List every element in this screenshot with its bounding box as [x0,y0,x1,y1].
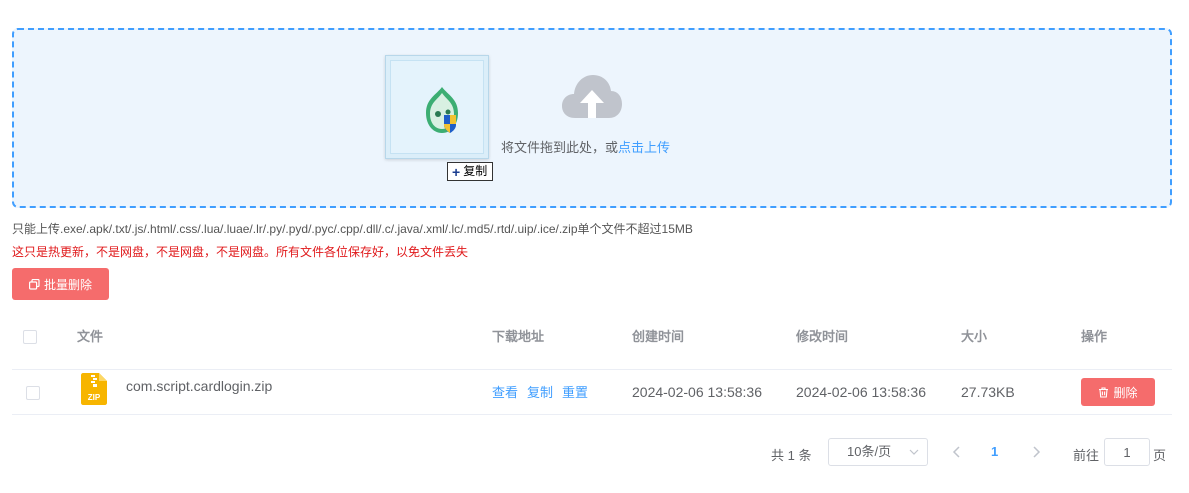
batch-delete-button[interactable]: 批量删除 [12,268,109,300]
header-download: 下载地址 [492,329,545,344]
dragged-file-thumbnail [385,55,489,159]
plus-icon: + [452,163,461,180]
app-shield-icon [426,87,458,133]
zip-file-icon: ZIP [81,373,107,405]
drag-copy-label: 复制 [463,164,488,178]
page-size-value: 10条/页 [847,444,892,459]
page-suffix: 页 [1153,448,1167,463]
allowed-types-tip: 只能上传.exe/.apk/.txt/.js/.html/.css/.lua/.… [12,222,693,236]
next-page-icon[interactable] [1030,445,1042,459]
download-links: 查看 复制 重置 [492,370,597,415]
table-header: 文件 下载地址 创建时间 修改时间 大小 操作 [12,316,1172,370]
batch-delete-label: 批量删除 [43,277,92,292]
chevron-down-icon [909,449,919,455]
copy-link[interactable]: 复制 [527,385,553,400]
file-size: 27.73KB [961,384,1015,400]
modified-time: 2024-02-06 13:58:36 [796,384,926,400]
header-actions: 操作 [1081,329,1108,344]
delete-button[interactable]: 删除 [1081,378,1155,406]
page-size-select[interactable]: 10条/页 [828,438,928,466]
header-size: 大小 [961,329,988,344]
zip-badge: ZIP [88,393,101,402]
delete-label: 删除 [1113,385,1138,400]
upload-cloud-icon [562,75,622,118]
header-modified: 修改时间 [796,329,849,344]
goto-page-input[interactable] [1104,438,1150,466]
row-checkbox[interactable] [26,386,40,400]
prev-page-icon[interactable] [951,445,963,459]
copy-delete-icon [28,278,40,290]
click-upload-link[interactable]: 点击上传 [618,140,670,155]
drag-copy-tooltip: + 复制 [447,162,494,181]
pagination-total: 共 1 条 [771,448,812,463]
page-number-current[interactable]: 1 [991,444,998,459]
trash-icon [1099,386,1109,398]
view-link[interactable]: 查看 [492,385,518,400]
reset-link[interactable]: 重置 [562,385,588,400]
header-created: 创建时间 [632,329,685,344]
warning-tip: 这只是热更新，不是网盘，不是网盘，不是网盘。所有文件各位保存好，以免文件丢失 [12,245,469,259]
file-name: com.script.cardlogin.zip [126,378,273,394]
drop-hint-text: 将文件拖到此处，或 [501,140,619,155]
file-table: 文件 下载地址 创建时间 修改时间 大小 操作 查看 复制 重置 2024-02-0… [12,316,1172,415]
drop-hint: 将文件拖到此处，或点击上传 [501,137,670,156]
select-all-checkbox[interactable] [23,330,37,344]
header-file: 文件 [77,329,104,344]
goto-label: 前往 [1073,448,1100,463]
created-time: 2024-02-06 13:58:36 [632,384,762,400]
